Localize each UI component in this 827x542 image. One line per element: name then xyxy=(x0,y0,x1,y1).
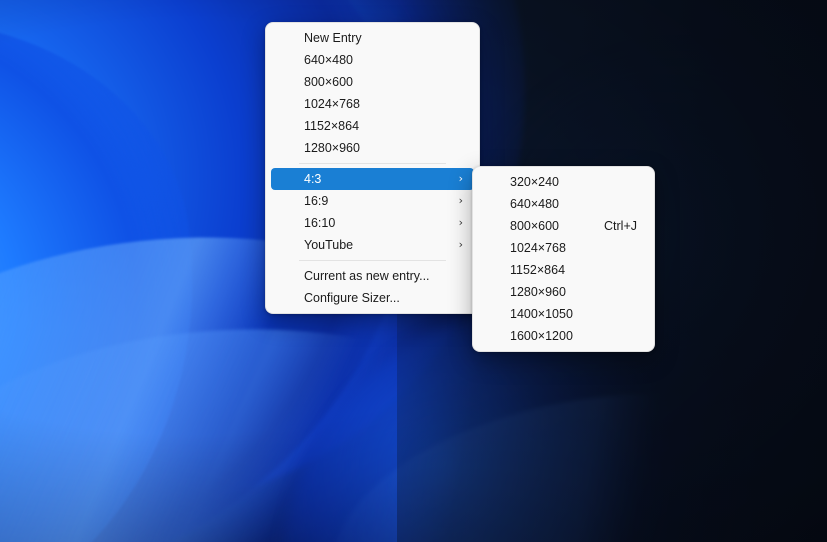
menu-item-label: 4:3 xyxy=(304,172,322,186)
chevron-right-icon: › xyxy=(458,238,463,251)
menu-item[interactable]: Current as new entry... xyxy=(271,265,474,287)
menu-item-label: 1280×960 xyxy=(304,141,360,155)
menu-item-label: 1600×1200 xyxy=(510,329,573,343)
menu-item-label: Current as new entry... xyxy=(304,269,430,283)
menu-item-label: 320×240 xyxy=(510,175,560,189)
menu-item-label: 1400×1050 xyxy=(510,307,573,321)
menu-item[interactable]: 4:3 › xyxy=(271,168,474,190)
submenu-item[interactable]: 320×240 xyxy=(478,171,649,193)
menu-item-label: 16:10 xyxy=(304,216,336,230)
menu-item[interactable]: YouTube › xyxy=(271,234,474,256)
menu-item-label: 1152×864 xyxy=(510,263,566,277)
menu-item-label: 1280×960 xyxy=(510,285,566,299)
menu-item[interactable]: 1024×768 xyxy=(271,93,474,115)
submenu-item[interactable]: 1600×1200 xyxy=(478,325,649,347)
menu-item-label: 800×600 xyxy=(510,219,560,233)
menu-item[interactable]: New Entry xyxy=(271,27,474,49)
submenu-item[interactable]: 1152×864 xyxy=(478,259,649,281)
menu-item-label: 16:9 xyxy=(304,194,329,208)
menu-item[interactable]: 640×480 xyxy=(271,49,474,71)
chevron-right-icon: › xyxy=(458,194,463,207)
menu-item[interactable]: 16:10 › xyxy=(271,212,474,234)
desktop[interactable]: New Entry 640×480 800×600 1024×768 1152×864 1… xyxy=(0,0,827,542)
menu-item[interactable]: 1280×960 xyxy=(271,137,474,159)
submenu-item[interactable]: 640×480 xyxy=(478,193,649,215)
aspect-ratio-4-3-submenu[interactable]: 320×240 640×480 800×600 Ctrl+J 1024×768 1152×… xyxy=(472,166,655,352)
submenu-item[interactable]: 1024×768 xyxy=(478,237,649,259)
menu-item-shortcut: Ctrl+J xyxy=(604,219,637,233)
menu-item-label: 640×480 xyxy=(510,197,560,211)
submenu-item[interactable]: 1280×960 xyxy=(478,281,649,303)
chevron-right-icon: › xyxy=(458,216,463,229)
menu-separator xyxy=(299,260,446,261)
menu-item-label: New Entry xyxy=(304,31,362,45)
menu-item-label: 640×480 xyxy=(304,53,354,67)
sizer-context-menu[interactable]: New Entry 640×480 800×600 1024×768 1152×864 1… xyxy=(265,22,480,314)
menu-item-label: YouTube xyxy=(304,238,354,252)
submenu-item[interactable]: 1400×1050 xyxy=(478,303,649,325)
submenu-item[interactable]: 800×600 Ctrl+J xyxy=(478,215,649,237)
wallpaper-ribbon-3 xyxy=(311,356,827,542)
menu-item[interactable]: Configure Sizer... xyxy=(271,287,474,309)
menu-item-label: 1024×768 xyxy=(304,97,360,111)
menu-separator xyxy=(299,163,446,164)
menu-item-label: Configure Sizer... xyxy=(304,291,400,305)
menu-item-label: 800×600 xyxy=(304,75,354,89)
chevron-right-icon: › xyxy=(458,172,463,185)
menu-item-label: 1152×864 xyxy=(304,119,360,133)
menu-item[interactable]: 1152×864 xyxy=(271,115,474,137)
menu-item[interactable]: 16:9 › xyxy=(271,190,474,212)
menu-item[interactable]: 800×600 xyxy=(271,71,474,93)
menu-item-label: 1024×768 xyxy=(510,241,566,255)
wallpaper-petal-bright-left xyxy=(0,0,241,542)
